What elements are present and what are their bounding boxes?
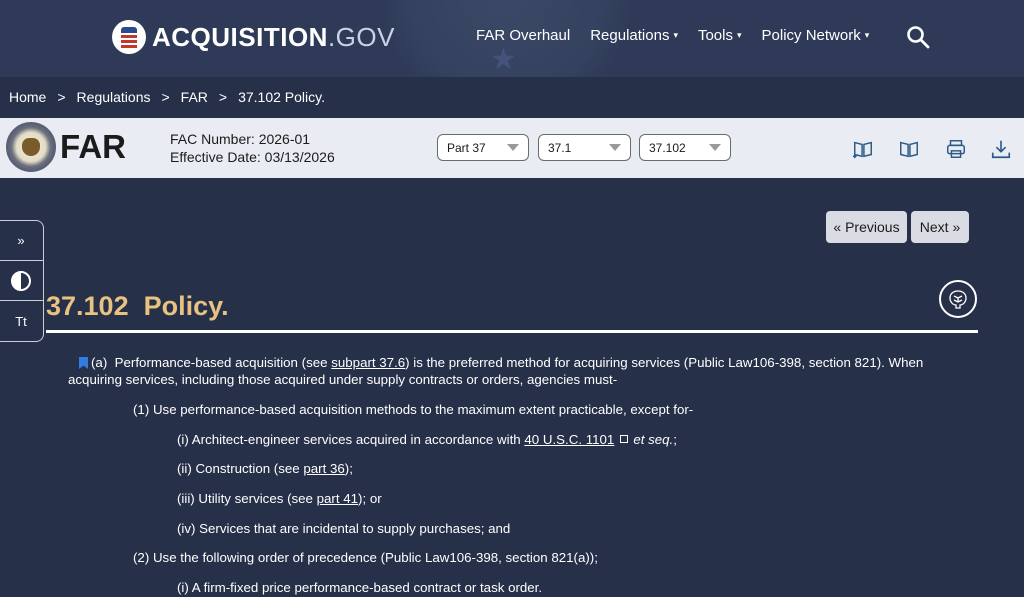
- breadcrumb-separator: >: [161, 89, 170, 105]
- caret-down-icon: ▾: [864, 30, 870, 40]
- paragraph-a-1-iii: (iii) Utility services (see part 41); or: [177, 491, 382, 506]
- breadcrumb-separator: >: [218, 89, 228, 105]
- part-select[interactable]: Part 37: [437, 134, 529, 161]
- paragraph-a-2: (2) Use the following order of precedenc…: [133, 550, 598, 565]
- far-toolbar: FAR FAC Number: 2026-01 Effective Date: …: [0, 118, 1024, 178]
- top-navigation: ★ ACQUISITION.GOV FAR Overhaul Regulatio…: [0, 0, 1024, 77]
- download-icon[interactable]: [990, 138, 1012, 160]
- section-heading: Policy.: [143, 291, 229, 321]
- fac-number: FAC Number: 2026-01: [170, 131, 311, 147]
- book-open-icon[interactable]: [898, 138, 920, 160]
- nav-regulations[interactable]: Regulations ▾: [590, 27, 678, 44]
- chevron-down-icon: [609, 144, 621, 151]
- paragraph-a-1-ii: (ii) Construction (see part 36);: [177, 461, 353, 476]
- bookmark-icon[interactable]: [79, 357, 88, 369]
- logo-text: ACQUISITION.GOV: [152, 21, 395, 52]
- printer-icon[interactable]: [945, 138, 967, 160]
- star-icon: ★: [490, 42, 517, 77]
- breadcrumb: Home > Regulations > FAR > 37.102 Policy…: [9, 89, 325, 105]
- previous-button[interactable]: « Previous: [826, 211, 907, 243]
- federal-seal-icon: [6, 122, 56, 172]
- next-button[interactable]: Next »: [911, 211, 969, 243]
- external-link-icon: [620, 435, 629, 443]
- subpart-37-6-link[interactable]: subpart 37.6: [331, 355, 405, 370]
- section-number: 37.102: [46, 291, 129, 321]
- 40-usc-1101-link[interactable]: 40 U.S.C. 1101: [524, 432, 614, 447]
- part-41-link[interactable]: part 41: [317, 491, 358, 506]
- paragraph-a: (a) Performance-based acquisition (see s…: [79, 354, 923, 372]
- far-title: FAR: [60, 128, 126, 165]
- side-tools-panel: » Tt: [0, 220, 44, 342]
- contrast-toggle-button[interactable]: [0, 261, 43, 301]
- breadcrumb-home[interactable]: Home: [9, 89, 46, 105]
- acquisition-gov-logo[interactable]: ACQUISITION.GOV: [112, 20, 395, 54]
- breadcrumb-separator: >: [57, 89, 66, 105]
- contrast-icon: [11, 270, 31, 291]
- text-size-button[interactable]: Tt: [0, 301, 43, 341]
- paragraph-a-1-i: (i) Architect-engineer services acquired…: [177, 432, 677, 447]
- search-icon[interactable]: [906, 25, 930, 49]
- breadcrumb-regulations[interactable]: Regulations: [77, 89, 151, 105]
- caret-down-icon: ▾: [737, 30, 742, 40]
- nav-policy-network[interactable]: Policy Network ▾: [762, 27, 870, 44]
- text-size-icon: Tt: [15, 313, 27, 329]
- main-nav: FAR Overhaul Regulations ▾ Tools ▾ Policy …: [476, 27, 889, 44]
- nav-far-overhaul[interactable]: FAR Overhaul: [476, 27, 570, 44]
- paragraph-a-2-i: (i) A firm-fixed price performance-based…: [177, 580, 543, 595]
- caret-down-icon: ▾: [673, 30, 678, 40]
- nav-tools[interactable]: Tools ▾: [698, 27, 742, 44]
- book-open-add-icon[interactable]: [852, 138, 874, 160]
- title-divider: [46, 330, 978, 333]
- chevron-down-icon: [709, 144, 721, 151]
- effective-date: Effective Date: 03/13/2026: [170, 149, 335, 165]
- logo-emblem-icon: [112, 20, 146, 54]
- expand-sidebar-button[interactable]: »: [0, 221, 43, 261]
- chevron-down-icon: [507, 144, 519, 151]
- double-chevron-right-icon: »: [17, 233, 25, 248]
- paragraph-a-continued: acquiring services, including those acqu…: [68, 372, 618, 387]
- ai-brain-icon[interactable]: [939, 280, 977, 318]
- subpart-select[interactable]: 37.1: [538, 134, 631, 161]
- breadcrumb-far[interactable]: FAR: [181, 89, 208, 105]
- paragraph-a-1: (1) Use performance-based acquisition me…: [133, 402, 694, 417]
- fac-info: FAC Number: 2026-01 Effective Date: 03/1…: [170, 130, 335, 166]
- breadcrumb-current: 37.102 Policy.: [238, 89, 325, 105]
- paragraph-a-1-iv: (iv) Services that are incidental to sup…: [177, 521, 511, 536]
- section-select[interactable]: 37.102: [639, 134, 731, 161]
- section-title: 37.102 Policy.: [46, 291, 229, 322]
- part-36-link[interactable]: part 36: [303, 461, 344, 476]
